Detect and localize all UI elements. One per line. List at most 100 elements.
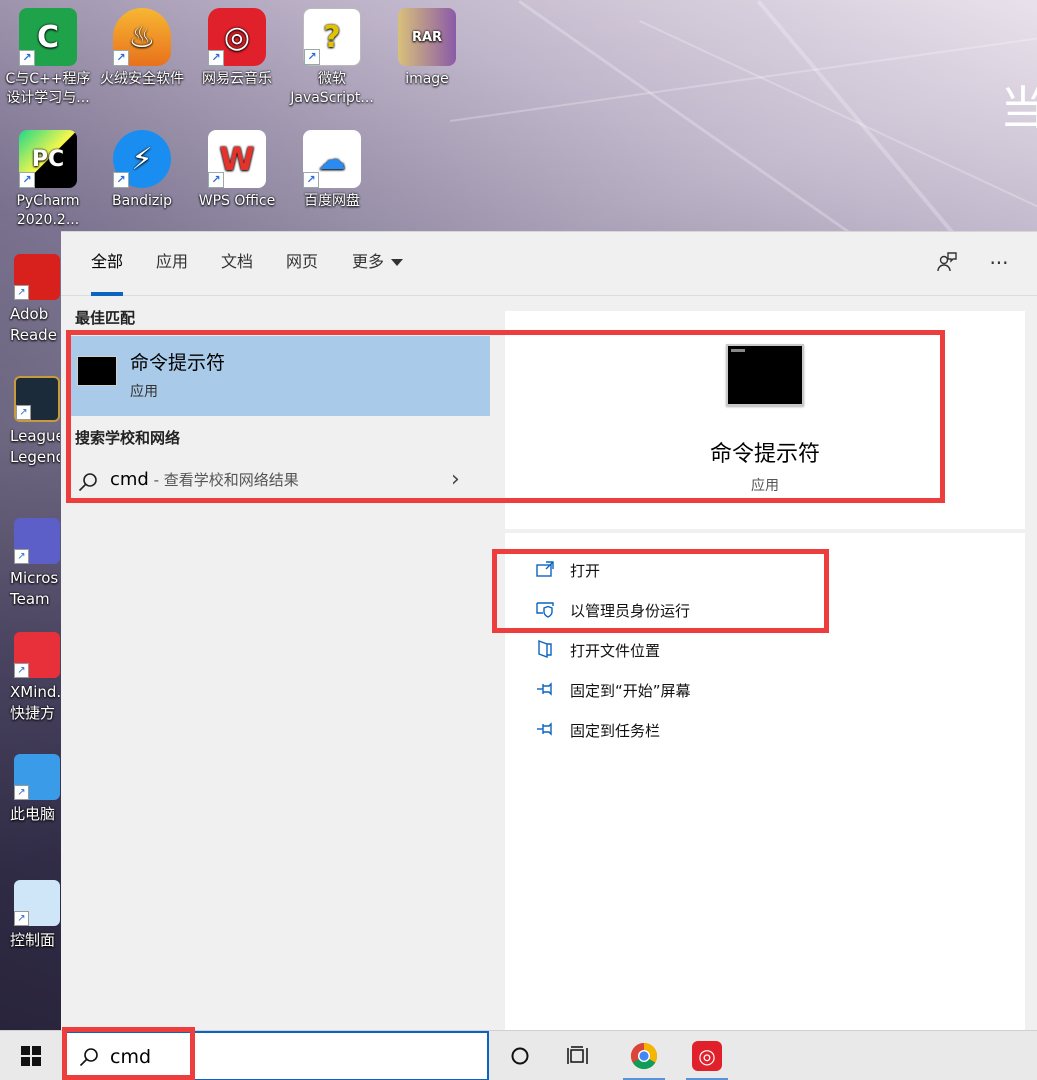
desktop-icon-image-rar[interactable]: RAR image (379, 8, 475, 89)
task-view-button[interactable] (554, 1031, 604, 1080)
shortcut-arrow-icon: ↗ (303, 172, 319, 188)
desktop-icon-label: 火绒安全软件 (100, 71, 184, 87)
shortcut-arrow-icon: ↗ (304, 49, 320, 65)
shortcut-arrow-icon: ↗ (14, 285, 29, 300)
actions-list: 打开 以管理员身份运行 打开文件位置 固定到“开始”屏幕 固定到任务栏 (505, 533, 1025, 1031)
chevron-right-icon[interactable]: › (451, 467, 460, 492)
control-panel-icon: ↗ (14, 880, 60, 926)
pin-icon (537, 722, 552, 736)
desktop-icon-label: Adob (10, 305, 49, 323)
shortcut-arrow-icon: ↗ (14, 911, 29, 926)
desktop-icon-label: XMind.e (10, 683, 60, 701)
shortcut-arrow-icon: ↗ (14, 549, 29, 564)
preview-type: 应用 (751, 478, 779, 494)
action-label: 以管理员身份运行 (570, 602, 691, 620)
desktop-icon-label: WPS Office (198, 193, 276, 209)
xmind-icon: ↗ (14, 632, 60, 678)
tab-web[interactable]: 网页 (286, 232, 318, 296)
start-button[interactable] (0, 1031, 62, 1080)
shield-icon (536, 602, 554, 618)
desktop-icon-label: Micros (10, 569, 59, 587)
desktop-icon-label: Legend (10, 448, 60, 466)
computer-icon: ↗ (14, 754, 60, 800)
bandizip-icon: ⚡ ↗ (113, 130, 171, 188)
command-prompt-large-icon (726, 344, 804, 406)
shortcut-arrow-icon: ↗ (113, 50, 129, 66)
desktop-icon-xmind[interactable]: ↗ XMind.e 快捷方 (0, 632, 60, 724)
search-input[interactable] (110, 1042, 470, 1072)
web-hint: - 查看学校和网络结果 (148, 471, 299, 489)
preview-column: 命令提示符 应用 打开 以管理员身份运行 打开文件位置 固定到“开始”屏幕 固定… (505, 311, 1025, 1031)
league-icon: ↗ (14, 376, 60, 422)
shortcut-arrow-icon: ↗ (19, 50, 35, 66)
c-app-icon: C ↗ (19, 8, 77, 66)
web-search-result[interactable]: cmd - 查看学校和网络结果 › (71, 463, 490, 503)
best-match-item[interactable]: 命令提示符 应用 (71, 336, 490, 416)
shortcut-arrow-icon: ↗ (16, 405, 31, 420)
taskbar: ◎ (0, 1030, 1037, 1080)
preview-card: 命令提示符 应用 (505, 311, 1025, 529)
desktop-icon-label: 控制面 (10, 931, 56, 949)
desktop-icon-acrobat[interactable]: ↗ Adob Reade (0, 254, 60, 346)
shortcut-arrow-icon: ↗ (113, 172, 129, 188)
tab-documents[interactable]: 文档 (221, 232, 253, 296)
desktop-icon-bandizip[interactable]: ⚡ ↗ Bandizip (94, 130, 190, 211)
desktop-icon-label: 微软 JavaScript... (290, 71, 374, 106)
netease-music-icon: ◎ (692, 1041, 722, 1071)
pycharm-icon: PC ↗ (19, 130, 77, 188)
desktop-icon-pycharm[interactable]: PC ↗ PyCharm 2020.2... (0, 130, 96, 230)
web-section-heading: 搜索学校和网络 (75, 429, 181, 447)
desktop-icon-label: Reade (10, 326, 57, 344)
desktop-icon-label: C与C++程序设计学习与... (5, 71, 91, 106)
pin-icon (537, 682, 552, 696)
desktop-icon-baidu-netdisk[interactable]: ☁ ↗ 百度网盘 (284, 130, 380, 211)
best-match-heading: 最佳匹配 (75, 309, 136, 327)
desktop-icon-teams[interactable]: ↗ Micros Team (0, 518, 60, 610)
caret-down-icon (391, 259, 404, 266)
action-label: 打开 (570, 562, 601, 580)
baidu-netdisk-icon: ☁ ↗ (303, 130, 361, 188)
taskbar-app-netease-music[interactable]: ◎ (682, 1031, 732, 1080)
open-icon (536, 561, 554, 577)
action-label: 打开文件位置 (570, 642, 661, 660)
search-icon (78, 473, 97, 492)
shortcut-arrow-icon: ↗ (14, 785, 29, 800)
chrome-icon (630, 1042, 658, 1070)
desktop-icon-label: League (10, 427, 60, 445)
tab-apps[interactable]: 应用 (156, 232, 188, 296)
desktop-icon-label: Bandizip (112, 193, 172, 209)
teams-icon: ↗ (14, 518, 60, 564)
desktop-icon-js-help[interactable]: ? ↗ 微软 JavaScript... (284, 8, 380, 108)
desktop-icon-control-panel[interactable]: ↗ 控制面 (0, 880, 60, 951)
netease-music-icon: ◎ ↗ (208, 8, 266, 66)
desktop-icon-wps[interactable]: W ↗ WPS Office (189, 130, 285, 211)
command-prompt-icon (77, 356, 117, 386)
acrobat-icon: ↗ (14, 254, 60, 300)
best-match-name: 命令提示符 (130, 352, 226, 374)
cortana-button[interactable] (495, 1031, 545, 1080)
desktop-icon-huorong[interactable]: ♨ ↗ 火绒安全软件 (94, 8, 190, 89)
shortcut-arrow-icon: ↗ (208, 172, 224, 188)
taskbar-app-chrome[interactable] (619, 1031, 669, 1080)
desktop-icon-netease-music[interactable]: ◎ ↗ 网易云音乐 (189, 8, 285, 89)
folder-icon (538, 639, 552, 659)
tab-all[interactable]: 全部 (91, 232, 124, 296)
search-icon (79, 1048, 98, 1067)
desktop-icon-label: 快捷方 (10, 704, 56, 722)
wallpaper-text: 当 (1000, 81, 1037, 135)
feedback-icon[interactable] (934, 250, 960, 276)
document-help-icon: ? ↗ (303, 8, 361, 66)
more-options-button[interactable]: ··· (986, 250, 1012, 276)
desktop-icon-label: Team (10, 590, 50, 608)
taskbar-search-box[interactable] (64, 1031, 489, 1080)
desktop-icon-label: 此电脑 (10, 805, 56, 823)
desktop-icon-this-pc[interactable]: ↗ 此电脑 (0, 754, 60, 825)
desktop-icon-c-program[interactable]: C ↗ C与C++程序设计学习与... (0, 8, 96, 108)
wps-icon: W ↗ (208, 130, 266, 188)
tab-more-label: 更多 (352, 252, 385, 271)
shortcut-arrow-icon: ↗ (208, 50, 224, 66)
desktop-icon-label: 百度网盘 (304, 193, 360, 209)
tab-more[interactable]: 更多 (352, 232, 404, 296)
tab-web-label: 网页 (286, 252, 319, 271)
desktop-icon-league[interactable]: ↗ League Legend (0, 376, 60, 468)
